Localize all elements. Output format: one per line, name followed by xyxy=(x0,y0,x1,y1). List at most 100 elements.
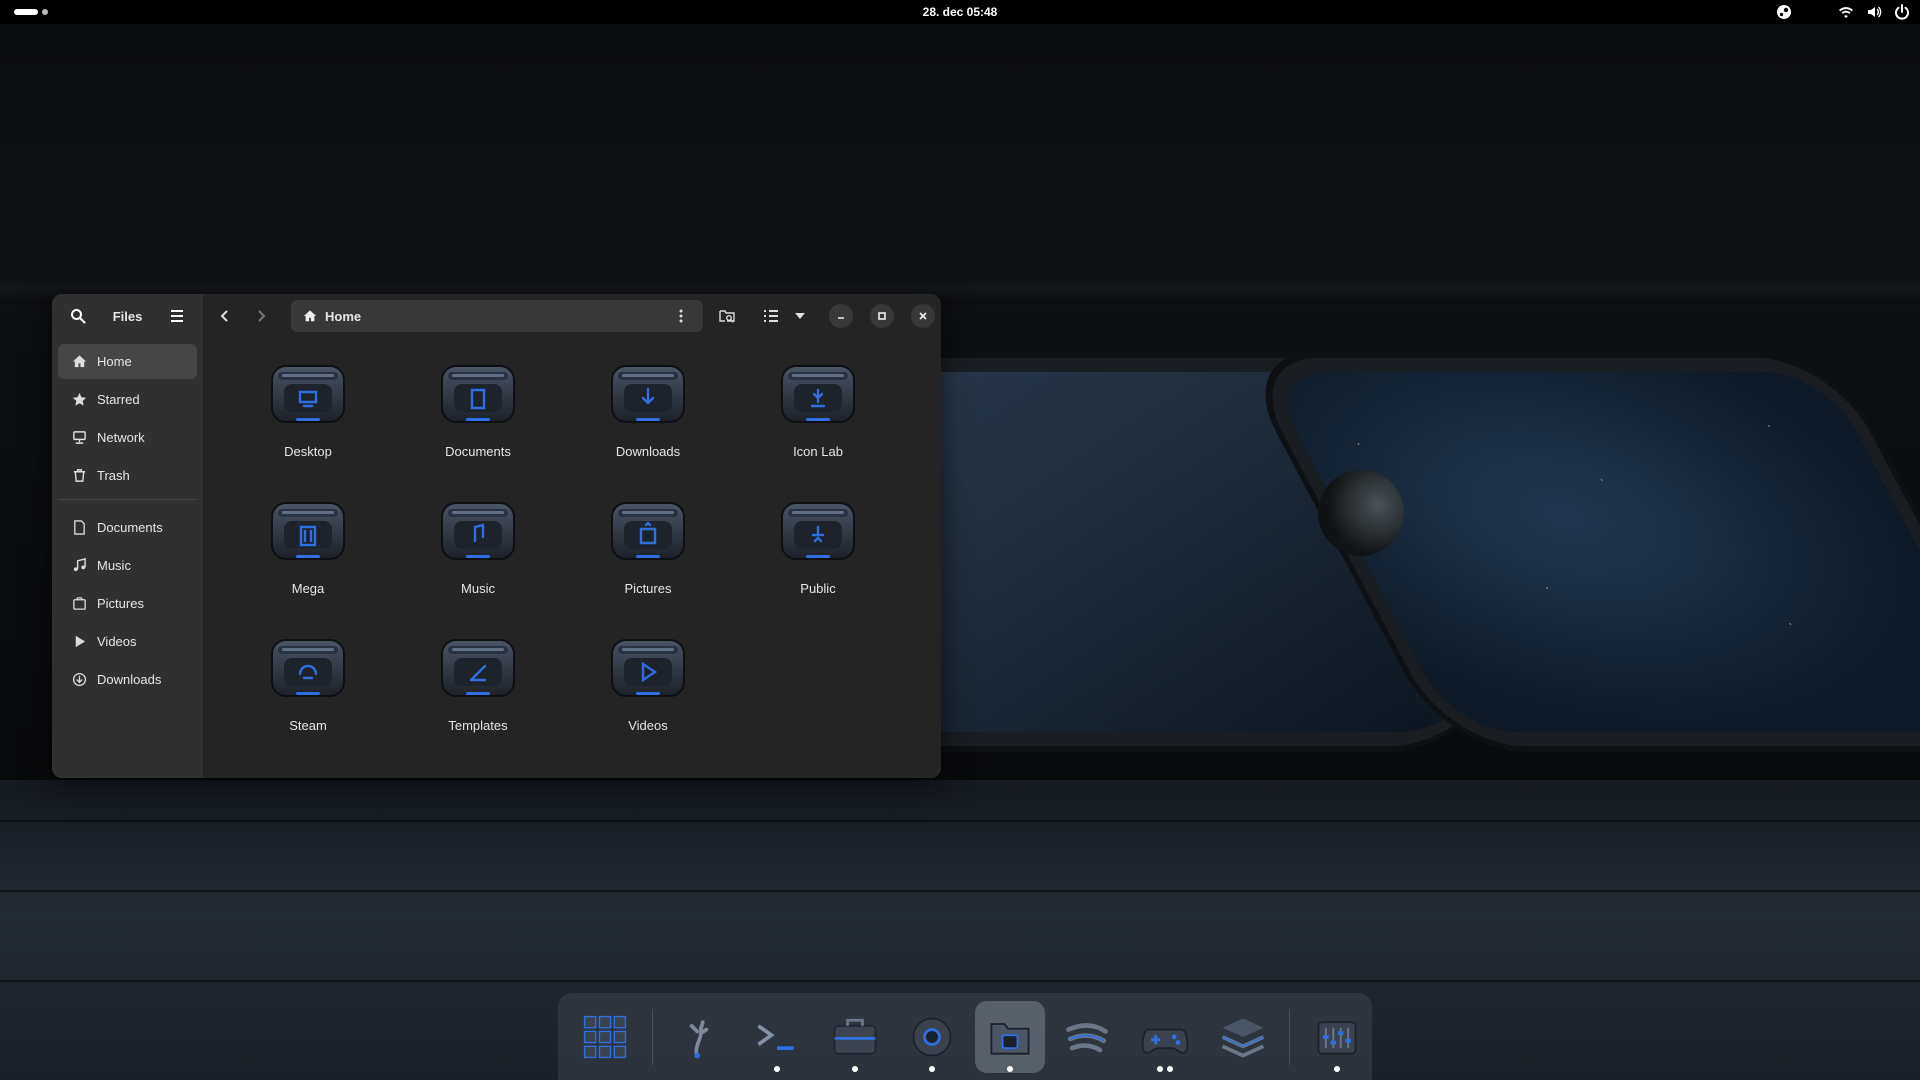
sidebar-item-music[interactable]: Music xyxy=(58,548,197,583)
chevron-down-icon xyxy=(795,313,805,319)
folder-item[interactable]: Icon Lab xyxy=(733,350,903,487)
folder-item[interactable]: Videos xyxy=(563,624,733,761)
chevron-right-icon xyxy=(258,310,266,322)
folder-item[interactable]: Downloads xyxy=(563,350,733,487)
dock-item-tweaks[interactable] xyxy=(665,1001,735,1073)
dock-separator xyxy=(1289,1008,1291,1065)
folder-item[interactable]: Steam xyxy=(223,624,393,761)
dock-item-toolbox[interactable] xyxy=(820,1001,890,1073)
browser-icon xyxy=(912,1017,952,1056)
folder-label: Music xyxy=(461,581,495,596)
main-menu-button[interactable] xyxy=(161,300,193,332)
running-indicator xyxy=(1157,1065,1174,1072)
clock[interactable]: 28. dec 05:48 xyxy=(0,5,1920,19)
gamepad-icon xyxy=(1141,1028,1189,1054)
app-grid-icon xyxy=(583,1015,626,1058)
steam-icon[interactable] xyxy=(1776,4,1792,20)
view-list-button[interactable] xyxy=(755,300,787,332)
tweaks-icon xyxy=(690,1019,709,1058)
dock-item-files[interactable] xyxy=(975,1000,1045,1073)
folder-label: Pictures xyxy=(624,581,672,596)
dock xyxy=(558,993,1372,1080)
steam-folder-icon xyxy=(270,634,346,702)
folder-item[interactable]: Mega xyxy=(223,487,393,624)
iconlab-folder-icon xyxy=(780,360,856,428)
header-bar: Home xyxy=(203,294,941,338)
sidebar-header: Files xyxy=(52,294,203,338)
stack-icon xyxy=(1221,1017,1264,1058)
sidebar-item-starred[interactable]: Starred xyxy=(58,382,197,417)
path-menu-button[interactable] xyxy=(665,300,697,332)
dock-item-stack[interactable] xyxy=(1208,1001,1278,1073)
folder-item[interactable]: Documents xyxy=(393,350,563,487)
public-folder-icon xyxy=(780,497,856,565)
dock-item-app-grid[interactable] xyxy=(570,1001,640,1073)
search-button[interactable] xyxy=(62,300,94,332)
path-label: Home xyxy=(325,308,362,324)
dock-item-terminal[interactable] xyxy=(742,1001,812,1073)
path-bar[interactable]: Home xyxy=(291,300,703,332)
folder-item[interactable]: Pictures xyxy=(563,487,733,624)
app-title: Files xyxy=(112,308,143,324)
sidebar-item-label: Home xyxy=(97,354,132,369)
running-indicator xyxy=(929,1065,936,1072)
folder-label: Desktop xyxy=(284,444,332,459)
wallpaper-moon xyxy=(1318,470,1404,556)
folder-search-icon xyxy=(719,310,735,323)
folder-label: Steam xyxy=(289,718,327,733)
dock-item-gamepad[interactable] xyxy=(1130,1001,1200,1073)
maximize-button[interactable] xyxy=(870,304,894,328)
sidebar-item-network[interactable]: Network xyxy=(58,420,197,455)
sidebar-item-trash[interactable]: Trash xyxy=(58,458,197,493)
wifi-icon[interactable] xyxy=(1838,4,1854,20)
desktop-folder-icon xyxy=(270,360,346,428)
volume-icon[interactable] xyxy=(1866,4,1882,20)
sidebar-item-home[interactable]: Home xyxy=(58,344,197,379)
terminal-icon xyxy=(757,1023,794,1050)
folder-label: Icon Lab xyxy=(793,444,843,459)
videos-folder-icon xyxy=(610,634,686,702)
search-icon xyxy=(71,309,86,324)
folder-grid: Desktop Documents Downloads Icon Lab Meg… xyxy=(203,338,941,761)
dock-item-browser[interactable] xyxy=(897,1001,967,1073)
sidebar-item-label: Videos xyxy=(97,634,137,649)
view-options-button[interactable] xyxy=(791,300,809,332)
running-indicator xyxy=(1334,1065,1341,1072)
minimize-icon xyxy=(838,317,844,319)
folder-item[interactable]: Public xyxy=(733,487,903,624)
sidebar-item-label: Music xyxy=(97,558,131,573)
search-folder-button[interactable] xyxy=(711,300,743,332)
templates-folder-icon xyxy=(440,634,516,702)
forward-button[interactable] xyxy=(245,300,277,332)
dock-item-mixer[interactable] xyxy=(1302,1001,1372,1073)
folder-label: Templates xyxy=(448,718,508,733)
sidebar-item-documents[interactable]: Documents xyxy=(58,510,197,545)
dock-item-spotify[interactable] xyxy=(1053,1001,1123,1073)
system-tray[interactable] xyxy=(1776,4,1910,20)
folder-item[interactable]: Desktop xyxy=(223,350,393,487)
power-icon[interactable] xyxy=(1894,4,1910,20)
sidebar-item-label: Trash xyxy=(97,468,130,483)
back-button[interactable] xyxy=(209,300,241,332)
sidebar-item-label: Documents xyxy=(97,520,163,535)
sidebar-item-label: Downloads xyxy=(97,672,162,687)
minimize-button[interactable] xyxy=(829,304,853,328)
maximize-icon xyxy=(878,312,886,320)
home-icon xyxy=(303,310,317,322)
trash-icon xyxy=(73,469,86,482)
sidebar-item-videos[interactable]: Videos xyxy=(58,624,197,659)
mega-folder-icon xyxy=(270,497,346,565)
close-button[interactable] xyxy=(911,304,935,328)
folder-item[interactable]: Templates xyxy=(393,624,563,761)
sidebar-item-label: Pictures xyxy=(97,596,144,611)
mixer-icon xyxy=(1317,1020,1357,1055)
kebab-menu-icon xyxy=(679,309,683,323)
chevron-left-icon xyxy=(220,310,228,322)
sidebar-item-downloads[interactable]: Downloads xyxy=(58,662,197,697)
home-icon xyxy=(72,355,87,368)
folder-item[interactable]: Music xyxy=(393,487,563,624)
files-window[interactable]: Files Home Starred Network Trash Documen… xyxy=(52,294,941,778)
sidebar-item-pictures[interactable]: Pictures xyxy=(58,586,197,621)
files-main: Home Desktop Documents Downloads Icon La… xyxy=(203,294,941,778)
hamburger-menu-icon xyxy=(171,310,183,322)
